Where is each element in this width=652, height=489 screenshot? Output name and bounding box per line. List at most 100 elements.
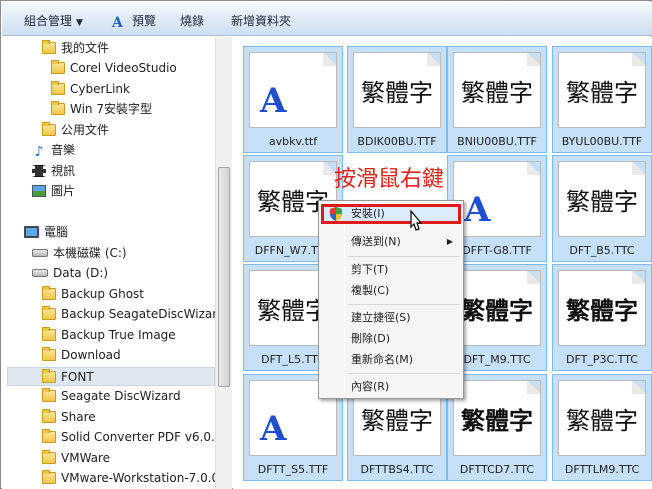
menu-item-create-shortcut[interactable]: 建立捷徑(S) — [321, 308, 461, 328]
menu-item-copy-label: 複製(C) — [351, 284, 390, 297]
folder-icon — [42, 347, 56, 361]
font-file-tile[interactable]: 繁體字 DFT_B5.TTC — [552, 155, 652, 262]
video-icon — [32, 165, 46, 177]
menu-item-create-shortcut-label: 建立捷徑(S) — [351, 311, 411, 324]
file-name: avbkv.ttf — [268, 135, 318, 148]
folder-icon — [42, 306, 56, 320]
menu-separator — [348, 373, 460, 374]
new-folder-button[interactable]: 新增資料夾 — [231, 12, 291, 30]
menu-item-send-to[interactable]: 傳送到(N) ▶ — [321, 232, 461, 252]
font-file-tile[interactable]: 繁體字 BDIK00BU.TTF — [347, 46, 447, 153]
font-preview-glyph: 繁體字 — [361, 78, 433, 107]
font-preview-glyph: 繁體字 — [461, 78, 533, 107]
nav-item[interactable]: ♪ 音樂 — [32, 141, 75, 160]
uac-shield-icon — [330, 207, 342, 221]
font-file-tile[interactable]: 繁體字 BNIU00BU.TTF — [447, 46, 547, 153]
file-name: DFT_P3C.TTC — [566, 353, 638, 366]
file-name: DFTTLM9.TTC — [564, 463, 640, 476]
nav-item[interactable]: Download — [42, 346, 121, 365]
nav-item[interactable]: FONT — [7, 367, 215, 386]
navigation-scrollbar[interactable] — [215, 37, 232, 489]
nav-item[interactable]: Backup SeagateDiscWizard — [42, 305, 215, 324]
nav-item-label: 我的文件 — [61, 41, 110, 55]
menu-separator — [348, 304, 460, 305]
nav-item-label: 視訊 — [51, 164, 76, 178]
nav-item[interactable]: VMware-Workstation-7.0.0 — [42, 469, 215, 488]
nav-item[interactable]: CyberLink — [51, 80, 130, 99]
menu-item-cut-label: 剪下(T) — [351, 263, 389, 276]
nav-item[interactable]: 圖片 — [32, 182, 75, 201]
font-preview-thumbnail: 繁體字 — [558, 161, 646, 237]
menu-item-delete[interactable]: 刪除(D) — [321, 329, 461, 349]
nav-item-label: 公用文件 — [61, 123, 110, 137]
nav-item[interactable]: 我的文件 — [42, 39, 109, 58]
nav-item[interactable]: Backup True Image — [42, 326, 176, 345]
nav-item-label: Corel VideoStudio — [70, 61, 177, 75]
menu-item-rename[interactable]: 重新命名(M) — [321, 350, 461, 370]
computer-icon — [24, 226, 39, 238]
folder-icon — [51, 81, 65, 95]
nav-item[interactable]: Win 7安裝字型 — [51, 100, 152, 119]
new-folder-label: 新增資料夾 — [231, 14, 292, 28]
file-name: BYUL00BU.TTF — [561, 135, 643, 148]
nav-item[interactable]: 電腦 — [24, 223, 68, 242]
nav-item[interactable]: VMWare — [42, 449, 110, 468]
nav-item[interactable]: Backup Ghost — [42, 285, 144, 304]
music-icon: ♪ — [34, 144, 44, 160]
nav-item[interactable]: Share — [42, 408, 96, 427]
folder-icon — [42, 40, 56, 54]
organize-button[interactable]: 組合管理 ▼ — [24, 12, 83, 30]
menu-item-install[interactable]: 安裝(I) — [321, 204, 461, 224]
menu-item-delete-label: 刪除(D) — [351, 332, 391, 345]
menu-item-send-to-label: 傳送到(N) — [351, 235, 401, 248]
nav-item[interactable]: Data (D:) — [32, 264, 108, 283]
nav-item-label: Seagate DiscWizard — [61, 389, 181, 403]
scrollbar-thumb[interactable] — [218, 167, 230, 387]
nav-item-label: Data (D:) — [53, 266, 109, 280]
menu-item-cut[interactable]: 剪下(T) — [321, 260, 461, 280]
folder-icon — [42, 450, 56, 464]
font-file-tile[interactable]: 繁體字 BYUL00BU.TTF — [552, 46, 652, 153]
font-preview-glyph: 繁體字 — [566, 78, 638, 107]
nav-item-label: FONT — [61, 370, 94, 384]
nav-item-label: Solid Converter PDF v6.0.664 — [61, 430, 215, 444]
nav-item-label: Win 7安裝字型 — [70, 102, 152, 116]
font-file-tile[interactable]: 繁體字 DFT_P3C.TTC — [552, 264, 652, 371]
nav-item[interactable]: 視訊 — [32, 162, 75, 181]
command-bar: 組合管理 ▼ A 預覽 燒錄 新增資料夾 — [2, 2, 652, 36]
nav-item-label: 音樂 — [51, 143, 76, 157]
menu-item-copy[interactable]: 複製(C) — [321, 281, 461, 301]
nav-item[interactable]: Corel VideoStudio — [51, 59, 177, 78]
menu-item-properties[interactable]: 內容(R) — [321, 377, 461, 397]
folder-icon — [42, 409, 56, 423]
font-preview-glyph: A — [464, 190, 491, 230]
font-preview-glyph: 繁體字 — [566, 406, 638, 435]
font-file-tile[interactable]: 繁體字 DFTTLM9.TTC — [552, 374, 652, 481]
nav-item-label: Share — [61, 410, 96, 424]
navigation-pane: 我的文件 Corel VideoStudio CyberLink Win 7安裝字型公… — [2, 37, 215, 489]
picture-icon — [32, 185, 46, 197]
menu-item-install-label: 安裝(I) — [351, 207, 385, 220]
burn-button[interactable]: 燒錄 — [180, 12, 204, 30]
font-preview-thumbnail: 繁體字 — [453, 380, 541, 456]
preview-label: 預覽 — [132, 14, 157, 28]
organize-label: 組合管理 — [24, 14, 73, 28]
font-preview-thumbnail: 繁體字 — [453, 52, 541, 128]
submenu-arrow-icon: ▶ — [446, 237, 453, 246]
folder-icon — [42, 470, 56, 484]
font-file-tile[interactable]: Aavbkv.ttf — [243, 46, 343, 153]
font-preview-thumbnail: 繁體字 — [558, 52, 646, 128]
folder-icon — [42, 327, 56, 341]
nav-item-label: Backup SeagateDiscWizard — [61, 307, 215, 321]
font-preview-glyph: 繁體字 — [566, 296, 638, 325]
mouse-pointer-icon — [410, 210, 423, 231]
folder-icon — [42, 122, 56, 136]
nav-item-label: CyberLink — [70, 82, 130, 96]
menu-item-properties-label: 內容(R) — [351, 380, 390, 393]
nav-item[interactable]: Seagate DiscWizard — [42, 387, 181, 406]
nav-item[interactable]: 公用文件 — [42, 121, 109, 140]
preview-button[interactable]: A 預覽 — [112, 12, 156, 30]
nav-item[interactable]: 本機磁碟 (C:) — [32, 244, 127, 263]
nav-item[interactable]: Solid Converter PDF v6.0.664 — [42, 428, 215, 447]
font-preview-thumbnail: 繁體字 — [453, 270, 541, 346]
